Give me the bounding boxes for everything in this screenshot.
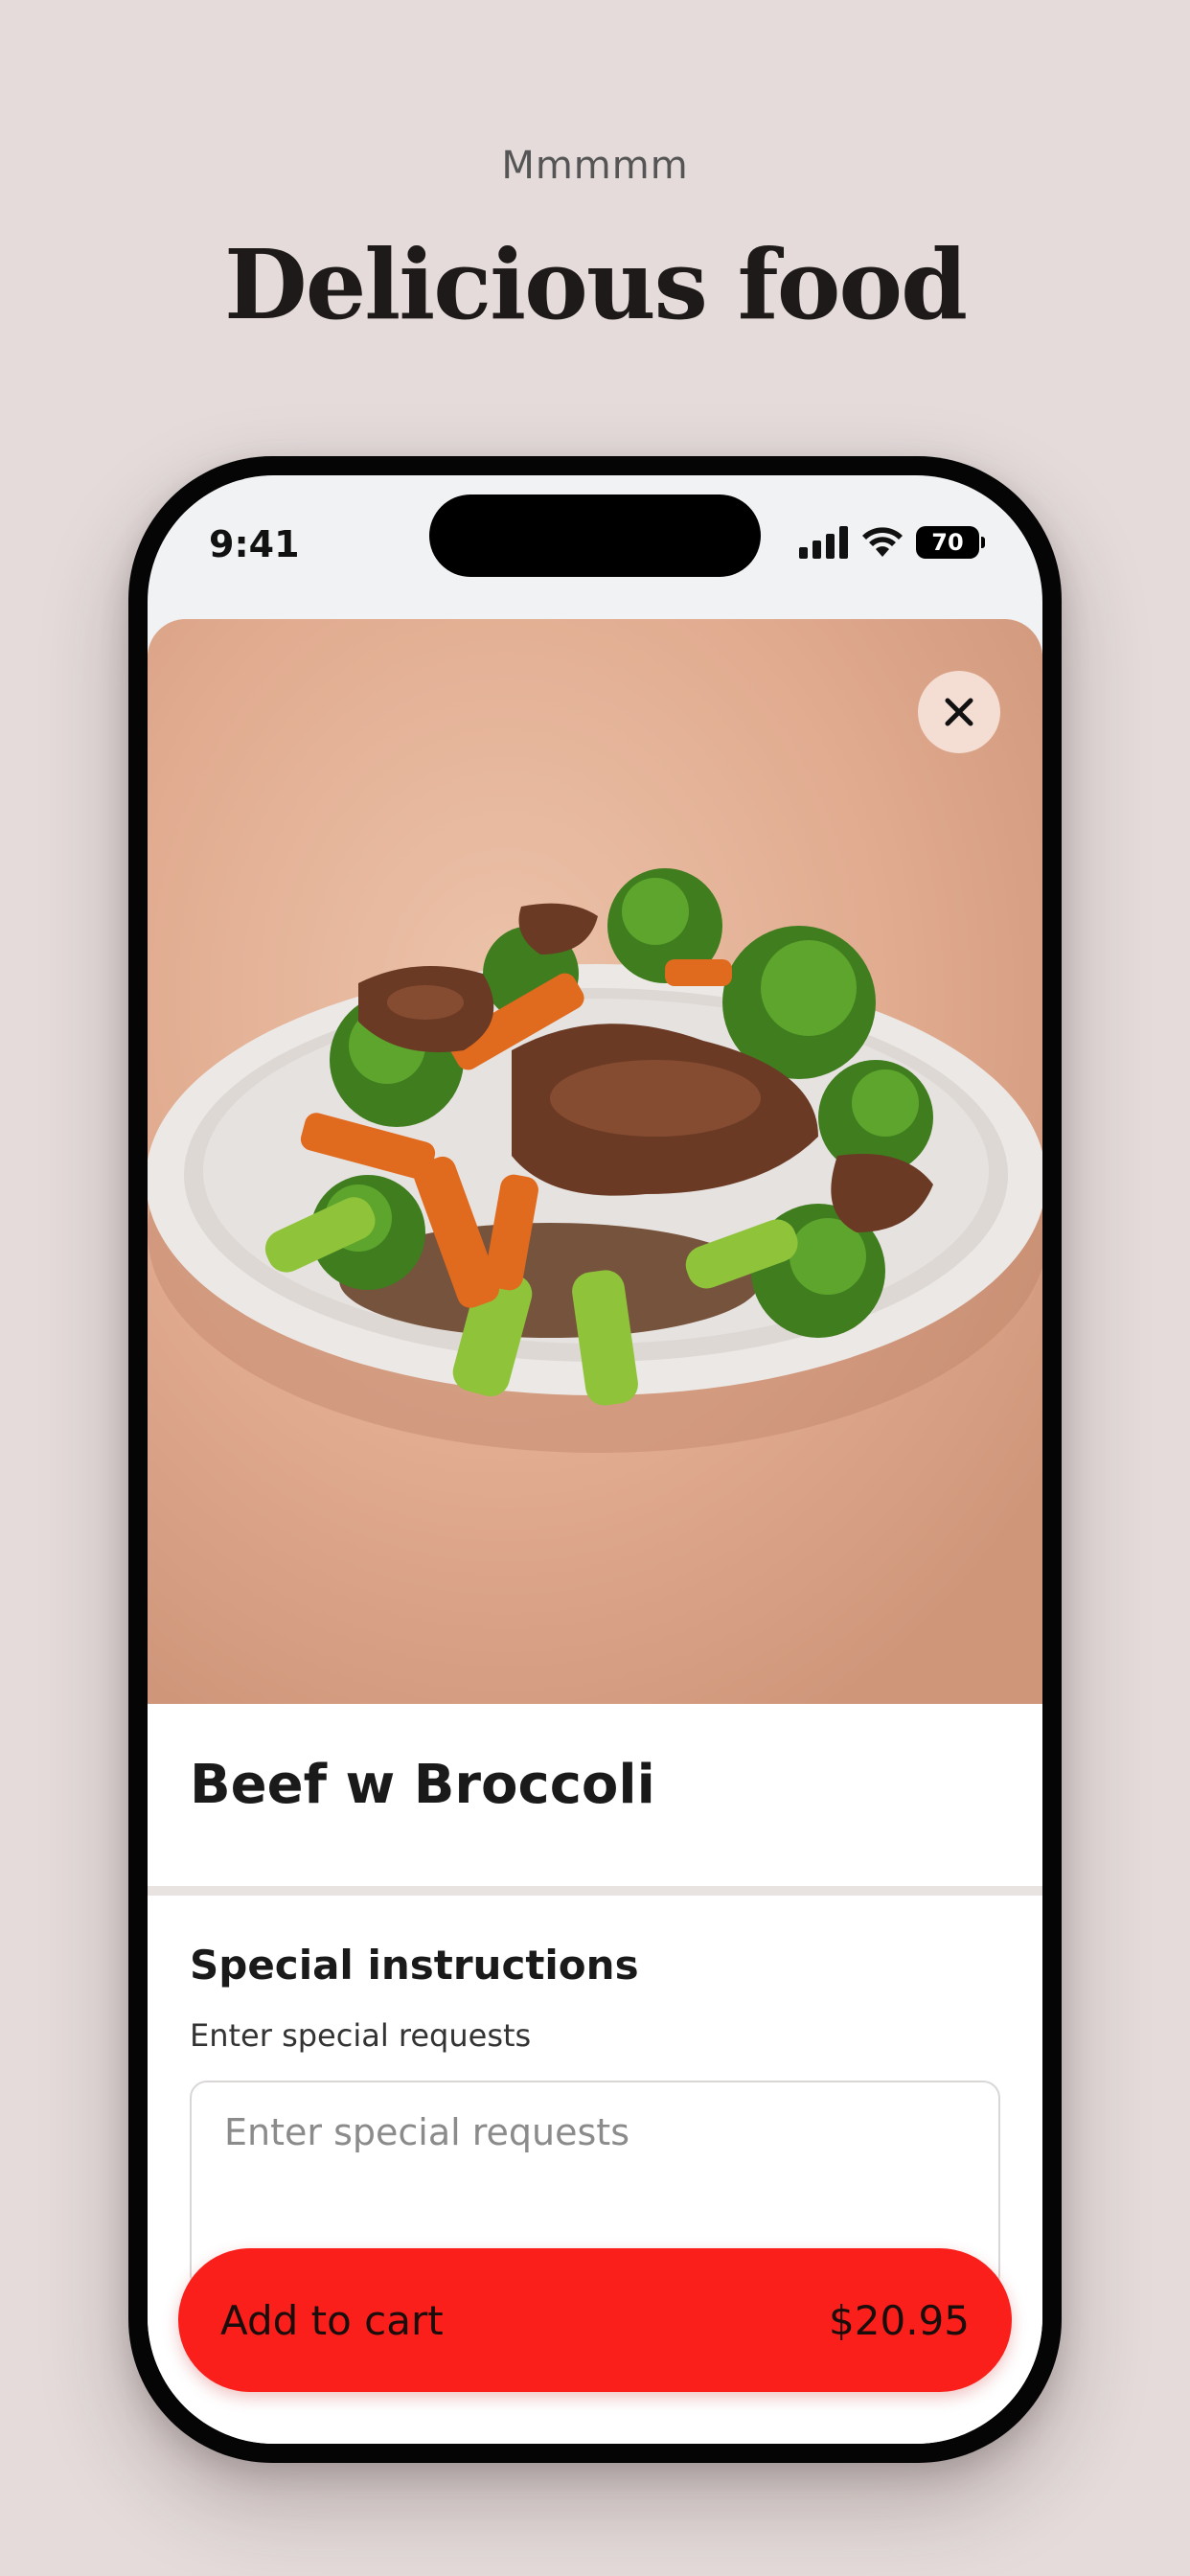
item-price: $20.95 — [829, 2296, 970, 2344]
page-subtitle: Mmmmm — [501, 144, 689, 188]
close-button[interactable] — [918, 671, 1000, 753]
phone-frame: 9:41 70 Beef w Broccoli Special instruct… — [128, 456, 1062, 2463]
item-sheet: Beef w Broccoli Special instructions Ent… — [148, 619, 1042, 2444]
special-instructions-label: Enter special requests — [190, 2017, 532, 2054]
dynamic-island — [429, 494, 761, 577]
wifi-icon — [862, 527, 903, 557]
battery-level: 70 — [931, 529, 964, 556]
item-title: Beef w Broccoli — [190, 1754, 655, 1816]
add-to-cart-label: Add to cart — [220, 2296, 444, 2344]
special-instructions-section: Special instructions Enter special reque… — [148, 1896, 1042, 2291]
page: Mmmmm Delicious food 9:41 70 Beef w Broc… — [0, 0, 1190, 2576]
item-image — [148, 619, 1042, 1704]
phone-screen: 9:41 70 Beef w Broccoli Special instruct… — [148, 475, 1042, 2444]
page-title: Delicious food — [223, 228, 968, 341]
special-requests-placeholder: Enter special requests — [224, 2111, 629, 2153]
item-title-section: Beef w Broccoli — [148, 1704, 1042, 1896]
close-icon — [945, 698, 973, 726]
signal-icon — [799, 526, 848, 559]
status-icons: 70 — [799, 525, 985, 560]
status-time: 9:41 — [209, 523, 300, 565]
special-instructions-title: Special instructions — [190, 1942, 639, 1989]
battery-icon: 70 — [916, 526, 985, 559]
add-to-cart-button[interactable]: Add to cart $20.95 — [178, 2248, 1012, 2392]
food-photo-illustration — [148, 619, 1042, 1704]
